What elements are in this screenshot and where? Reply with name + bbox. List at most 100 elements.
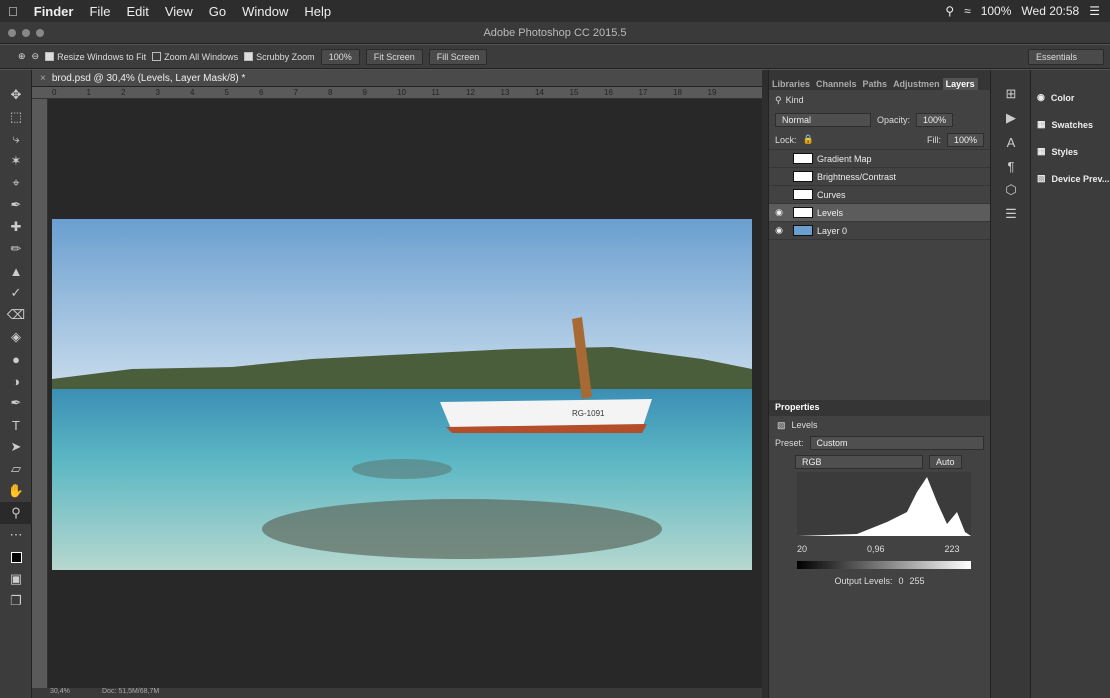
color-panel-item[interactable]: ◉ Color — [1031, 84, 1110, 111]
lock-icon[interactable]: 🔒 — [803, 134, 814, 145]
properties-header: Properties — [769, 400, 990, 416]
paint-bucket-tool-icon[interactable]: ◈ — [0, 326, 32, 348]
fill-field[interactable]: 100% — [946, 132, 984, 147]
type-tool-icon[interactable]: T — [0, 414, 32, 436]
scrubby-zoom-checkbox[interactable]: Scrubby Zoom — [244, 51, 315, 62]
zoom-readout[interactable]: 30,4% — [50, 688, 70, 695]
lasso-tool-icon[interactable]: ⤷ — [0, 128, 32, 150]
tab-layers[interactable]: Layers — [942, 78, 978, 90]
minimize-window-button[interactable] — [22, 29, 30, 37]
resize-windows-checkbox[interactable]: Resize Windows to Fit — [45, 51, 146, 62]
shape-tool-icon[interactable]: ▱ — [0, 458, 32, 480]
output-black-field[interactable]: 0 — [899, 576, 904, 586]
input-midtone-field[interactable]: 0,96 — [867, 544, 885, 554]
wifi-icon[interactable]: ≈ — [964, 4, 971, 18]
preset-select[interactable]: Custom — [809, 436, 984, 450]
healing-brush-tool-icon[interactable]: ✚ — [0, 216, 32, 238]
fill-label: Fill: — [926, 134, 941, 145]
tab-paths[interactable]: Paths — [860, 78, 891, 90]
history-icon[interactable]: ⊞ — [991, 82, 1031, 106]
crop-tool-icon[interactable]: ⌖ — [0, 172, 32, 194]
fit-screen-button[interactable]: Fit Screen — [365, 48, 423, 65]
3d-icon[interactable]: ⬡ — [991, 178, 1031, 202]
menu-view[interactable]: View — [157, 4, 201, 19]
eye-icon[interactable]: ◉ — [769, 207, 789, 218]
screen-mode-icon[interactable]: ❐ — [0, 590, 32, 612]
menu-help[interactable]: Help — [296, 4, 339, 19]
dodge-tool-icon[interactable]: ◑ — [0, 370, 32, 392]
zoom-all-checkbox[interactable]: Zoom All Windows — [152, 51, 238, 62]
document-tab[interactable]: × brod.psd @ 30,4% (Levels, Layer Mask/8… — [32, 70, 762, 87]
actions-icon[interactable]: ▶ — [991, 106, 1031, 130]
boat-registration: RG-1091 — [572, 409, 605, 418]
fill-screen-button[interactable]: Fill Screen — [428, 48, 488, 65]
close-document-icon[interactable]: × — [40, 73, 46, 84]
auto-button[interactable]: Auto — [929, 455, 962, 469]
output-white-field[interactable]: 255 — [910, 576, 925, 586]
zoom-tool-icon[interactable]: ⚲ — [0, 502, 32, 524]
menu-app-finder[interactable]: Finder — [26, 4, 82, 19]
layer-row[interactable]: ◉ Layer 0 — [769, 222, 990, 240]
menu-window[interactable]: Window — [234, 4, 296, 19]
marquee-tool-icon[interactable]: ⬚ — [0, 106, 32, 128]
layer-row[interactable]: Brightness/Contrast — [769, 168, 990, 186]
tab-adjustments[interactable]: Adjustmen — [890, 78, 943, 90]
styles-panel-item[interactable]: ▦ Styles — [1031, 138, 1110, 165]
opacity-label: Opacity: — [877, 115, 911, 125]
eyedropper-tool-icon[interactable]: ✒ — [0, 194, 32, 216]
tab-libraries[interactable]: Libraries — [769, 78, 813, 90]
swatches-panel-item[interactable]: ▦ Swatches — [1031, 111, 1110, 138]
device-preview-icon: ▧ — [1037, 173, 1046, 183]
battery-label[interactable]: 100% — [981, 4, 1012, 18]
input-white-field[interactable]: 223 — [945, 544, 960, 554]
device-preview-panel-item[interactable]: ▧ Device Prev... — [1031, 165, 1110, 192]
pen-tool-icon[interactable]: ✒ — [0, 392, 32, 414]
eye-icon[interactable]: ◉ — [769, 225, 789, 236]
zoom-out-icon[interactable]: ⊖ — [32, 51, 40, 62]
list-icon[interactable]: ☰ — [1089, 4, 1100, 18]
styles-icon: ▦ — [1037, 146, 1046, 156]
brush-tool-icon[interactable]: ✏ — [0, 238, 32, 260]
stamp-tool-icon[interactable]: ▲ — [0, 260, 32, 282]
quick-mask-icon[interactable]: ▣ — [0, 568, 32, 590]
input-black-field[interactable]: 20 — [797, 544, 807, 554]
layer-row[interactable]: Gradient Map — [769, 150, 990, 168]
layer-row[interactable]: Curves — [769, 186, 990, 204]
layer-row[interactable]: ◉ Levels — [769, 204, 990, 222]
ruler-mark: 14 — [535, 88, 544, 97]
move-tool-icon[interactable]: ✥ — [0, 84, 32, 106]
apple-icon[interactable]:  — [0, 4, 26, 19]
zoom-window-button[interactable] — [36, 29, 44, 37]
zoom-in-icon[interactable]: ⊕ — [18, 51, 26, 62]
blur-tool-icon[interactable]: ● — [0, 348, 32, 370]
search-icon[interactable]: ⚲ — [945, 4, 954, 18]
history-brush-tool-icon[interactable]: ✓ — [0, 282, 32, 304]
paragraph-icon[interactable]: ¶ — [991, 154, 1031, 178]
doc-size[interactable]: Doc: 51,5M/68,7M — [102, 688, 159, 695]
more-tools-icon[interactable]: ⋯ — [0, 524, 32, 546]
hand-tool-icon[interactable]: ✋ — [0, 480, 32, 502]
blend-mode-select[interactable]: Normal — [775, 113, 871, 127]
options-bar: ⊕ ⊖ Resize Windows to Fit Zoom All Windo… — [0, 45, 1110, 69]
preset-label: Preset: — [775, 438, 804, 448]
channel-select[interactable]: RGB — [795, 455, 923, 469]
character-icon[interactable]: A — [991, 130, 1031, 154]
color-swatch-icon[interactable] — [0, 546, 32, 568]
menu-edit[interactable]: Edit — [118, 4, 156, 19]
menu-file[interactable]: File — [81, 4, 118, 19]
filter-kind-select[interactable]: Kind — [786, 95, 804, 105]
zoom-100-button[interactable]: 100% — [320, 48, 360, 65]
eraser-tool-icon[interactable]: ⌫ — [0, 304, 32, 326]
close-window-button[interactable] — [8, 29, 16, 37]
path-selection-tool-icon[interactable]: ➤ — [0, 436, 32, 458]
tab-channels[interactable]: Channels — [813, 78, 860, 90]
workspace-select[interactable]: Essentials — [1028, 48, 1104, 65]
clock[interactable]: Wed 20:58 — [1021, 4, 1079, 18]
layer-name: Brightness/Contrast — [817, 171, 897, 182]
opacity-field[interactable]: 100% — [916, 113, 954, 127]
document-image[interactable]: RG-1091 — [52, 219, 752, 570]
properties-icon[interactable]: ☰ — [991, 202, 1031, 226]
menu-go[interactable]: Go — [201, 4, 234, 19]
magic-wand-tool-icon[interactable]: ✶ — [0, 150, 32, 172]
ruler-mark: 15 — [569, 88, 579, 97]
